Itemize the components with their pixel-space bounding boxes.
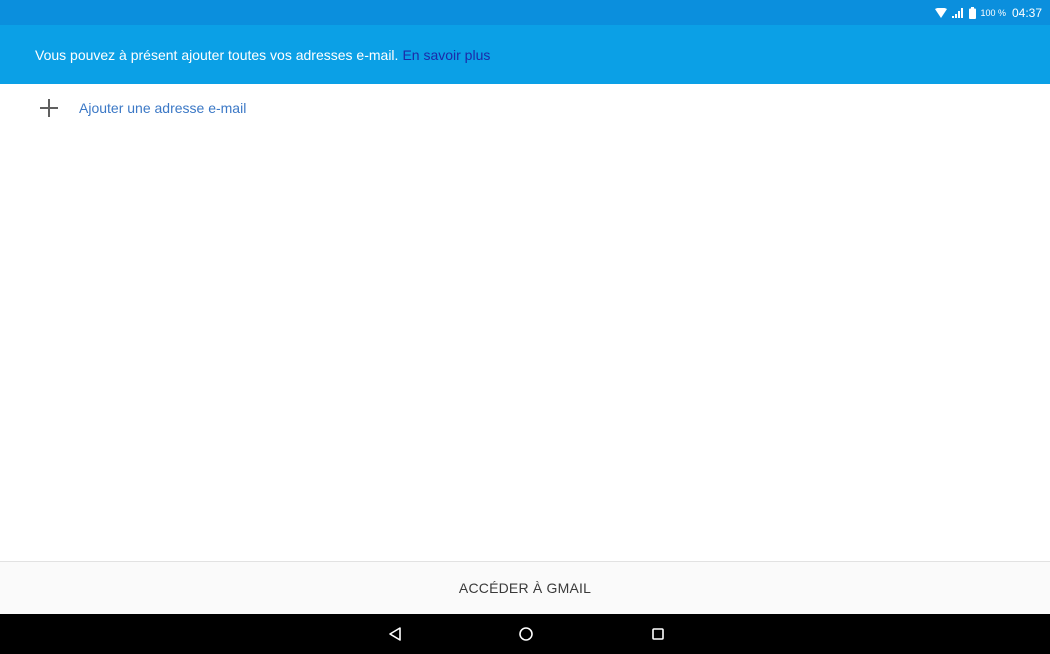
battery-icon [969, 6, 977, 19]
screen: 100 % 04:37 Vous pouvez à présent ajoute… [0, 0, 1050, 654]
learn-more-link[interactable]: En savoir plus [402, 47, 490, 63]
banner-message: Vous pouvez à présent ajouter toutes vos… [35, 46, 399, 63]
wifi-icon [935, 7, 948, 18]
navigation-bar [0, 614, 1050, 654]
recent-apps-icon[interactable] [648, 624, 668, 644]
back-icon[interactable] [385, 624, 405, 644]
battery-percent: 100 % [980, 7, 1006, 18]
add-email-row[interactable]: Ajouter une adresse e-mail [0, 84, 1050, 132]
info-banner: Vous pouvez à présent ajouter toutes vos… [0, 25, 1050, 84]
signal-icon [952, 7, 964, 18]
status-bar: 100 % 04:37 [0, 0, 1050, 25]
home-icon[interactable] [516, 624, 536, 644]
plus-icon [40, 99, 58, 117]
clock: 04:37 [1011, 5, 1042, 20]
add-email-label: Ajouter une adresse e-mail [79, 100, 247, 116]
footer: ACCÉDER À GMAIL [0, 562, 1050, 614]
go-to-gmail-button[interactable]: ACCÉDER À GMAIL [447, 574, 603, 602]
